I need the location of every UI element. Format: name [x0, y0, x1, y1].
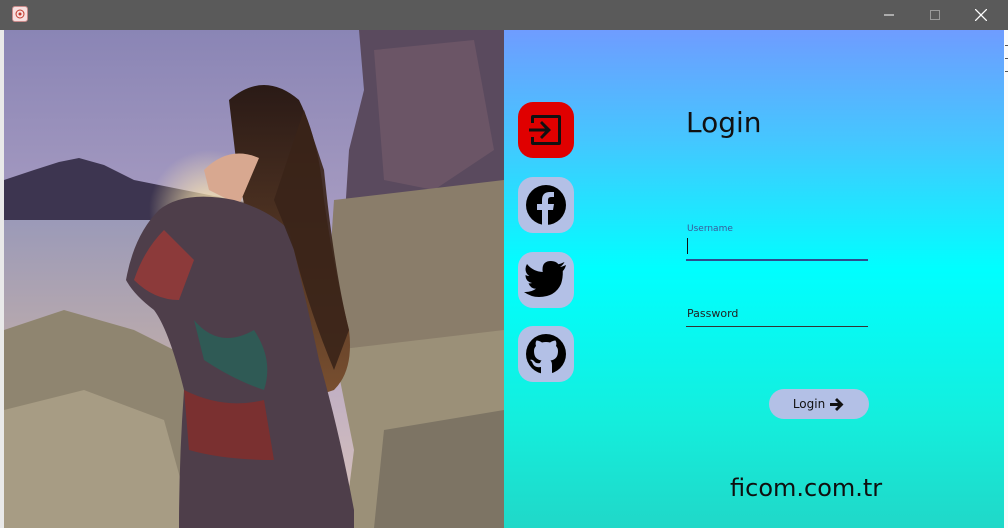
username-label: Username	[687, 224, 733, 234]
background-window-edge-right	[1004, 30, 1008, 528]
arrow-right-icon	[830, 397, 844, 411]
login-title: Login	[686, 106, 762, 139]
brand-text: ficom.com.tr	[730, 474, 883, 502]
text-caret	[687, 238, 688, 254]
maximize-button[interactable]	[912, 0, 958, 30]
github-button[interactable]	[518, 326, 574, 382]
close-icon	[975, 9, 987, 21]
password-placeholder: Password	[687, 307, 739, 320]
facebook-button[interactable]	[518, 177, 574, 233]
minimize-icon	[884, 14, 894, 16]
close-button[interactable]	[958, 0, 1004, 30]
login-button-label: Login	[792, 397, 826, 411]
twitter-button[interactable]	[518, 252, 574, 308]
github-icon	[526, 334, 566, 374]
login-button[interactable]: Login	[769, 389, 869, 419]
woman-with-long-hair-on-rocks-photo	[4, 30, 504, 528]
password-field[interactable]: Password	[686, 306, 868, 327]
login-social-button[interactable]	[518, 102, 574, 158]
minimize-button[interactable]	[866, 0, 912, 30]
facebook-icon	[526, 185, 566, 225]
username-field[interactable]	[686, 235, 868, 261]
app-logo-icon	[12, 6, 28, 22]
login-panel: Login Username Password Login ficom.com.…	[504, 30, 1004, 528]
login-icon	[529, 115, 561, 145]
maximize-icon	[930, 10, 940, 20]
window-titlebar	[0, 0, 1008, 30]
twitter-icon	[524, 261, 566, 297]
